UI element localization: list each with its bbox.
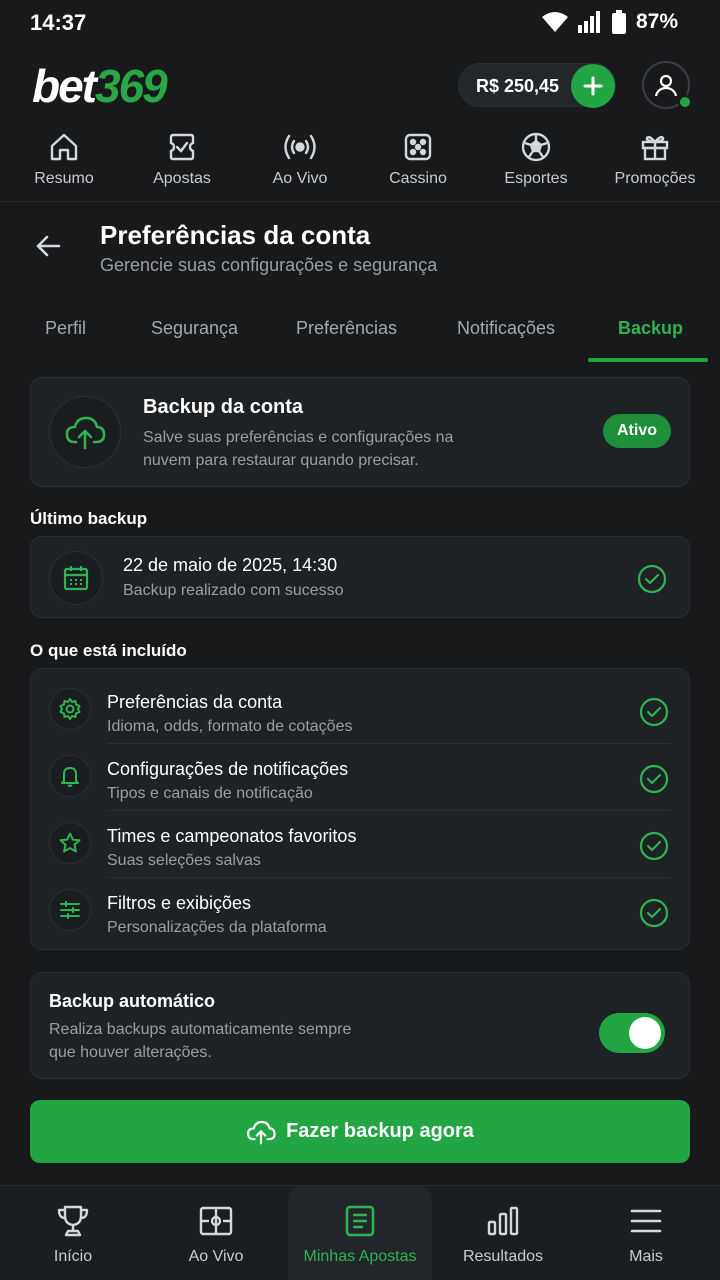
auto-backup-title: Backup automático [49,991,216,1011]
ticket-check-icon [169,133,195,161]
included-list: Preferências da conta Idioma, odds, form… [30,668,690,950]
tab-preferencias[interactable]: Preferências [296,318,397,339]
live-broadcast-icon [284,134,316,160]
backup-now-button[interactable]: Fazer backup agora [30,1100,690,1163]
nav-item-cassino[interactable]: Cassino [359,126,477,188]
nav-item-resumo[interactable]: Resumo [5,126,123,188]
tab-backup[interactable]: Backup [618,318,683,339]
signal-icon [577,11,602,33]
nav-item-promocoes[interactable]: Promoções [596,126,714,188]
profile-button[interactable] [642,61,692,109]
deposit-plus-button[interactable] [571,64,615,108]
trophy-icon [57,1205,89,1237]
sliders-icon [49,889,91,931]
star-icon [49,822,91,864]
last-backup-status: Backup realizado com sucesso [123,582,344,599]
backup-card-title: Backup da conta [143,396,304,418]
last-backup-date: 22 de maio de 2025, 14:30 [123,555,338,575]
item-subtitle: Personalizações da plataforma [107,919,327,936]
check-circle-icon [639,898,669,928]
last-backup-label: Último backup [30,509,148,528]
user-icon [654,74,678,97]
nav-item-apostas[interactable]: Apostas [123,126,241,188]
check-circle-icon [639,831,669,861]
active-tab-indicator [588,358,708,362]
item-title: Configurações de notificações [107,759,349,779]
calendar-icon [49,551,103,605]
bottom-nav-inicio[interactable]: Início [1,1186,145,1280]
home-icon [50,133,78,161]
auto-backup-toggle[interactable] [599,1013,665,1053]
backup-status-card: Backup da conta Salve suas preferências … [30,377,690,487]
item-title: Times e campeonatos favoritos [107,826,357,846]
online-status-dot [678,95,692,109]
page-subtitle: Gerencie suas configurações e segurança [100,255,438,275]
balance-amount: R$ 250,45 [476,76,560,96]
battery-icon [611,10,626,34]
gift-icon [641,135,669,161]
scoreboard-icon [199,1206,233,1236]
wifi-icon [541,11,568,33]
item-title: Filtros e exibições [107,893,252,913]
list-item: Filtros e exibições Personalizações da p… [31,877,691,944]
auto-backup-description: Realiza backups automaticamente sempre q… [49,1021,352,1061]
toggle-knob [629,1017,661,1049]
bottom-nav-mais[interactable]: Mais [574,1186,718,1280]
bet-slip-icon [345,1205,375,1237]
cloud-upload-icon [49,396,121,468]
bottom-nav: Início Ao Vivo Minhas Apostas Resultados… [0,1185,720,1280]
nav-item-ao-vivo[interactable]: Ao Vivo [241,126,359,188]
status-icons: 87% [541,10,678,34]
bell-icon [49,755,91,797]
check-circle-icon [639,764,669,794]
status-bar: 14:37 87% [0,0,720,46]
status-time: 14:37 [30,10,87,35]
item-subtitle: Idioma, odds, formato de cotações [107,718,353,735]
check-circle-icon [637,564,667,594]
list-item: Configurações de notificações Tipos e ca… [31,743,691,810]
brand-logo[interactable]: bet369 [32,60,168,112]
tab-perfil[interactable]: Perfil [45,318,86,339]
dice-icon [404,133,432,161]
status-badge: Ativo [603,414,671,448]
menu-icon [630,1209,662,1233]
bottom-nav-resultados[interactable]: Resultados [431,1186,575,1280]
bar-chart-icon [487,1206,519,1236]
tab-notificacoes[interactable]: Notificações [457,318,555,339]
auto-backup-card: Backup automático Realiza backups automa… [30,972,690,1079]
gear-icon [49,688,91,730]
battery-percent: 87% [635,10,678,33]
item-subtitle: Tipos e canais de notificação [107,785,313,802]
list-item: Preferências da conta Idioma, odds, form… [31,676,691,743]
bottom-nav-minhas-apostas[interactable]: Minhas Apostas [288,1186,432,1280]
item-title: Preferências da conta [107,692,283,712]
included-label: O que está incluído [30,641,187,660]
back-button[interactable] [34,232,62,260]
nav-item-esportes[interactable]: Esportes [477,126,595,188]
settings-tabs: Perfil Segurança Preferências Notificaçõ… [0,306,720,364]
list-item: Times e campeonatos favoritos Suas seleç… [31,810,691,877]
tab-seguranca[interactable]: Segurança [151,318,238,339]
plus-icon [583,76,603,96]
item-subtitle: Suas seleções salvas [107,852,261,869]
balance-pill[interactable]: R$ 250,45 [458,63,616,108]
bottom-nav-ao-vivo[interactable]: Ao Vivo [144,1186,288,1280]
backup-card-description: Salve suas preferências e configurações … [143,429,454,469]
last-backup-card: 22 de maio de 2025, 14:30 Backup realiza… [30,536,690,618]
top-nav: Resumo Apostas Ao Vivo Cassino Esportes … [0,126,720,202]
check-circle-icon [639,697,669,727]
soccer-ball-icon [521,132,551,162]
cloud-upload-icon [247,1120,276,1144]
arrow-left-icon [36,235,61,257]
backup-now-label: Fazer backup agora [286,1120,474,1142]
page-title: Preferências da conta [100,220,371,250]
